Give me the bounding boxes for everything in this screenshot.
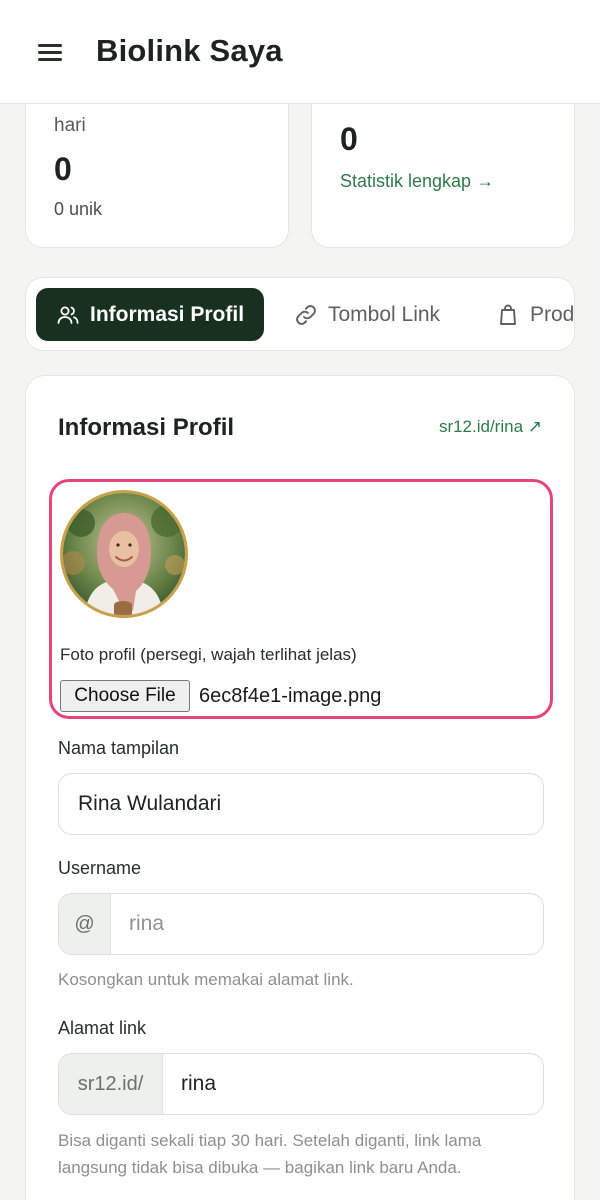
address-field[interactable]: sr12.id/ rina <box>58 1053 544 1115</box>
full-statistics-link[interactable]: Statistik lengkap → <box>340 171 494 192</box>
username-input[interactable]: rina <box>129 894 164 954</box>
page-title: Biolink Saya <box>96 33 283 68</box>
photo-caption: Foto profil (persegi, wajah terlihat jel… <box>60 645 357 664</box>
username-field[interactable]: @ rina <box>58 893 544 955</box>
section-tabs: Informasi Profil Tombol Link Prod <box>25 277 575 351</box>
stat-card-summary: 0 Statistik lengkap → <box>311 80 575 248</box>
display-name-input[interactable]: Rina Wulandari <box>58 773 544 835</box>
address-input[interactable]: rina <box>181 1054 216 1114</box>
stat-card-visits: hari 0 0 unik <box>25 80 289 248</box>
username-help-text: Kosongkan untuk memakai alamat link. <box>58 970 354 989</box>
display-name-label: Nama tampilan <box>58 738 180 758</box>
stat-value: 0 <box>340 121 358 157</box>
section-title: Informasi Profil <box>58 414 235 441</box>
profile-url-link[interactable]: sr12.id/rina ↗ <box>439 417 542 437</box>
bag-icon <box>500 304 516 325</box>
stat-label: hari <box>54 115 86 136</box>
tab-products[interactable]: Prod <box>494 288 574 341</box>
users-icon <box>57 306 79 324</box>
link-icon <box>296 304 316 325</box>
avatar-photo <box>63 493 185 615</box>
display-name-value: Rina Wulandari <box>78 792 222 815</box>
address-help-text: Bisa diganti sekali tiap 30 hari. Setela… <box>58 1131 482 1177</box>
tab-profile-info[interactable]: Informasi Profil <box>36 288 264 341</box>
tab-link-buttons[interactable]: Tombol Link <box>290 288 440 341</box>
address-label: Alamat link <box>58 1018 147 1038</box>
username-label: Username <box>58 858 142 878</box>
avatar <box>60 490 188 618</box>
app-header: Biolink Saya <box>0 0 600 104</box>
selected-file-name: 6ec8f4e1-image.png <box>199 685 382 707</box>
username-prefix: @ <box>59 894 111 954</box>
tab-label: Informasi Profil <box>90 302 245 326</box>
hamburger-menu-icon[interactable] <box>38 42 64 62</box>
stat-value: 0 <box>54 151 72 187</box>
address-prefix: sr12.id/ <box>59 1054 163 1114</box>
tab-label: Prod <box>530 302 575 326</box>
stat-unique-count: 0 unik <box>54 199 103 219</box>
choose-file-button[interactable]: Choose File <box>60 680 190 712</box>
profile-photo-section: Foto profil (persegi, wajah terlihat jel… <box>49 479 553 719</box>
tab-label: Tombol Link <box>328 302 441 326</box>
profile-info-card: Informasi Profil sr12.id/rina ↗ Foto pro… <box>25 375 575 1200</box>
